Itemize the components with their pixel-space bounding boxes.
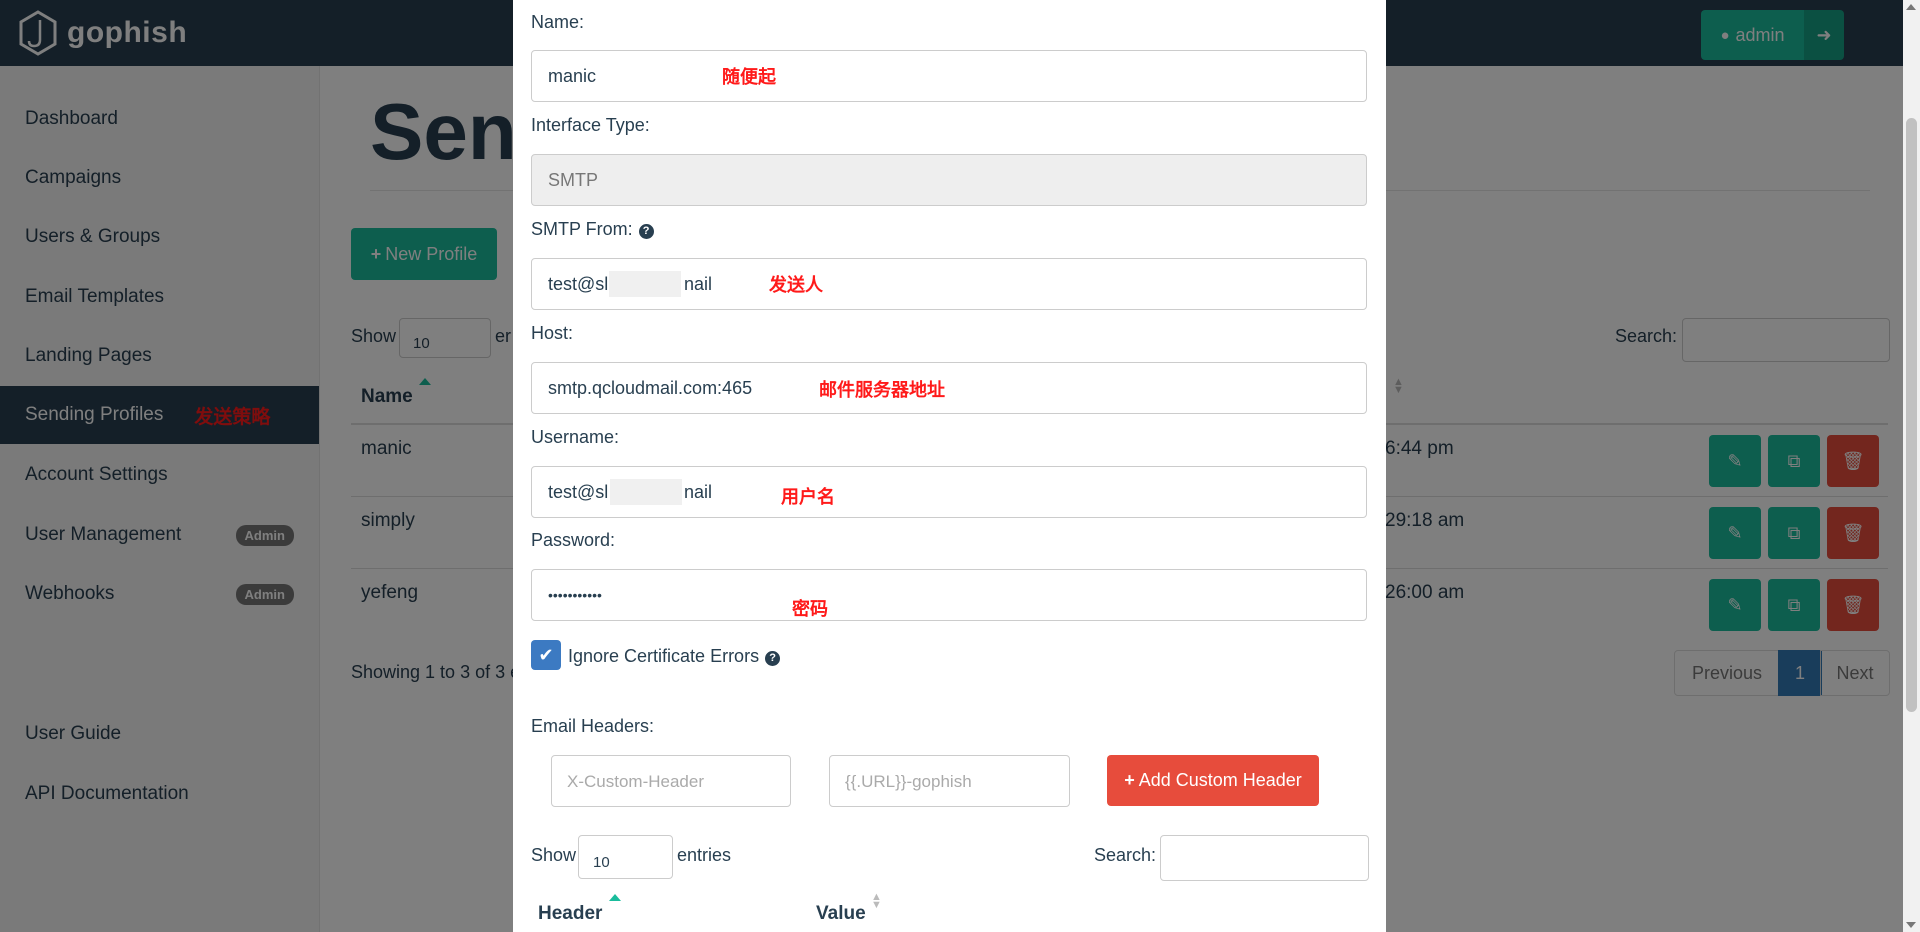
email-headers-label: Email Headers: [531,716,655,736]
smtp-from-annotation: 发送人 [769,275,823,295]
smtp-from-input[interactable]: test@sl nail [531,258,1367,310]
search-label: Search: [1094,845,1157,865]
sort-ascending-icon[interactable] [609,894,621,901]
host-annotation: 邮件服务器地址 [819,380,945,400]
headers-search-input[interactable] [1160,835,1369,881]
host-value: smtp.qcloudmail.com:465 [548,378,753,398]
smtp-from-value-end: nail [684,274,713,294]
scroll-thumb[interactable] [1906,118,1917,712]
ignore-cert-errors-label: Ignore Certificate Errors? [568,646,781,667]
scroll-down-arrow[interactable] [1906,922,1916,928]
ignore-cert-errors-text: Ignore Certificate Errors [568,646,760,666]
sort-icon[interactable]: ▲▼ [871,892,882,911]
scroll-up-arrow[interactable] [1906,4,1916,10]
custom-header-value-input[interactable]: {{.URL}}-gophish [829,755,1070,807]
password-value: ••••••••••• [548,587,602,603]
custom-header-key-input[interactable]: X-Custom-Header [551,755,791,807]
smtp-from-label-text: SMTP From: [531,219,633,239]
interface-type-label: Interface Type: [531,115,650,135]
username-label: Username: [531,427,620,447]
smtp-from-value-start: test@sl [548,274,609,294]
entries-label: entries [677,845,732,865]
name-label: Name: [531,12,585,32]
custom-header-key-placeholder: X-Custom-Header [567,772,704,791]
redacted-area [610,479,682,505]
help-icon[interactable]: ? [638,223,654,239]
column-header-header[interactable]: Header [538,903,602,925]
interface-type-input: SMTP [531,154,1367,206]
ignore-cert-errors-checkbox[interactable]: ✔ [531,640,561,670]
column-header-value[interactable]: Value [816,903,866,925]
smtp-from-label: SMTP From:? [531,219,654,240]
entries-per-page-select[interactable]: 10 [578,835,673,879]
add-custom-header-label: Add Custom Header [1138,770,1302,790]
check-icon: ✔ [538,644,554,665]
password-input[interactable]: ••••••••••• [531,569,1367,621]
plus-icon: + [1124,770,1135,790]
host-input[interactable]: smtp.qcloudmail.com:465 [531,362,1367,414]
host-label: Host: [531,323,574,343]
username-value-start: test@sl [548,482,609,502]
password-annotation: 密码 [792,599,828,619]
help-icon[interactable]: ? [765,650,781,666]
name-annotation: 随便起 [722,67,776,87]
username-annotation: 用户名 [781,487,835,507]
password-label: Password: [531,530,616,550]
redacted-area [609,271,681,297]
username-input[interactable]: test@sl nail [531,466,1367,518]
page-scrollbar[interactable] [1903,0,1920,932]
username-value-end: nail [684,482,713,502]
add-custom-header-button[interactable]: + Add Custom Header [1107,755,1319,806]
name-input[interactable]: manic [531,50,1367,102]
custom-header-value-placeholder: {{.URL}}-gophish [845,772,972,791]
show-entries-label: Show [531,845,577,865]
interface-type-value: SMTP [548,170,599,190]
name-value: manic [548,66,597,86]
